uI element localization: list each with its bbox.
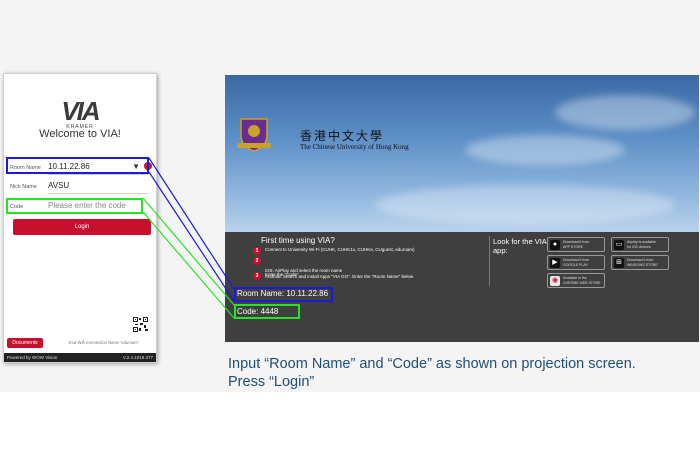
panel-divider (489, 236, 490, 286)
google-play-icon: ▶ (550, 258, 560, 268)
university-name-english: The Chinese University of Hong Kong (300, 143, 409, 151)
chrome-icon: ◉ (550, 276, 560, 286)
step-number-badge: 3 (253, 272, 261, 280)
projected-code-highlight-box (234, 304, 300, 319)
version-text: V.2.4.1018.377 (122, 355, 153, 360)
powered-by-text: Powered by WOW Vision (7, 355, 58, 360)
caption-line-1: Input “Room Name” and “Code” as shown on… (228, 356, 636, 372)
windows-icon: ⊞ (614, 258, 624, 268)
qr-code-icon[interactable] (133, 317, 148, 332)
first-time-title: First time using VIA? (261, 236, 335, 245)
apple-icon: ● (550, 240, 560, 250)
code-highlight-box (6, 198, 143, 214)
step-1: 1 Connect to University Wi-Fi (CUHK, CUH… (253, 247, 415, 255)
step-2: 2 iOS: AirPlay and select the room name … (253, 257, 413, 285)
nick-name-value[interactable]: AVSU (48, 181, 69, 190)
windows-store-badge: ⊞ Download it from WINDOWS STORE (611, 255, 669, 270)
chrome-store-badge: ◉ Available in the CHROME WEB STORE (547, 273, 605, 288)
app-footer: Powered by WOW Vision V.2.4.1018.377 (4, 353, 156, 362)
welcome-title: Welcome to VIA! (39, 128, 121, 140)
nick-name-field[interactable]: Nick Name AVSU (8, 180, 154, 194)
university-seal-icon (237, 118, 271, 152)
app-store-badge: ● Download it from APP STORE (547, 237, 605, 252)
step-text: Connect to University Wi-Fi (CUHK, CUHK1… (265, 247, 415, 252)
projected-room-name-highlight-box (234, 287, 333, 302)
step-text: Enter the "Code" (265, 272, 299, 277)
instruction-caption: Input “Room Name” and “Code” as shown on… (228, 355, 636, 391)
caption-line-2: Press “Login” (228, 374, 315, 390)
google-play-badge: ▶ Download it from GOOGLE PLAY (547, 255, 605, 270)
documents-button[interactable]: Documents (7, 338, 43, 348)
room-name-highlight-box (6, 157, 149, 174)
via-app-phone-screen: VIA KRAMER Welcome to VIA! Room Name 10.… (3, 73, 157, 363)
airplay-badge: ▭ Airplay is available for iOS devices (611, 237, 669, 252)
airplay-icon: ▭ (614, 240, 624, 250)
step-number-badge: 1 (253, 247, 261, 255)
via-logo: VIA KRAMER (4, 96, 156, 130)
look-for-app-title: Look for the VIA app: (493, 237, 547, 255)
university-name-chinese: 香港中文大學 (300, 129, 385, 143)
login-button[interactable]: Login (13, 219, 151, 235)
step-number-badge: 2 (253, 257, 261, 265)
wifi-connection-note: Your Wifi Connection Name 'eduroam' (68, 340, 139, 345)
via-logo-mark: VIA (61, 96, 100, 126)
nick-name-label: Nick Name (10, 184, 37, 190)
sky-background (225, 75, 699, 232)
step-3: 3 Enter the "Code" (253, 272, 299, 280)
